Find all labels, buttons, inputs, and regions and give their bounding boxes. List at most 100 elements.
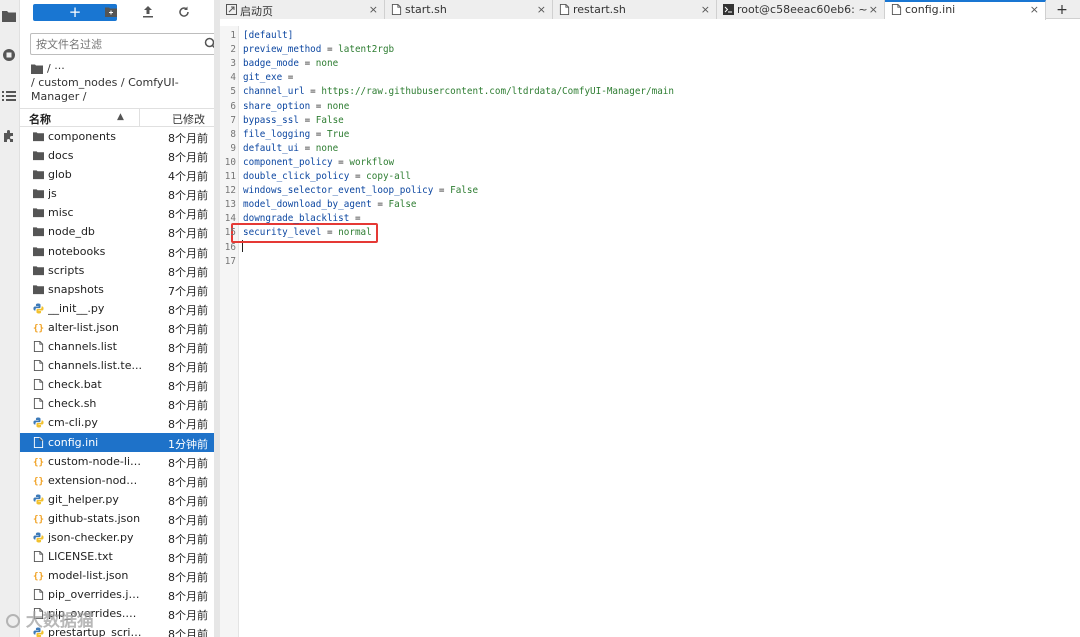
file-filter-input[interactable] [36, 36, 196, 52]
line-number: 15 [224, 227, 236, 239]
tab-3[interactable]: root@c58eeac60eb6: ~ × [717, 0, 885, 19]
line-number: 5 [230, 86, 236, 98]
tab-label: 启动页 [240, 5, 273, 18]
file-row[interactable]: components 8个月前 [20, 127, 214, 146]
file-icon [33, 589, 44, 601]
upload-icon[interactable] [141, 5, 155, 19]
new-folder-icon[interactable] [104, 5, 118, 19]
file-name: LICENSE.txt [48, 550, 113, 564]
file-modified-time: 8个月前 [168, 246, 208, 260]
file-row[interactable]: {} github-stats.json 8个月前 [20, 509, 214, 528]
file-row[interactable]: check.bat 8个月前 [20, 375, 214, 394]
line-number: 6 [230, 100, 236, 112]
folder-icon[interactable] [31, 64, 43, 74]
file-name: snapshots [48, 282, 104, 296]
file-row[interactable]: channels.list 8个月前 [20, 337, 214, 356]
file-row[interactable]: node_db 8个月前 [20, 222, 214, 241]
file-modified-time: 8个月前 [168, 571, 208, 585]
python-file-icon [33, 532, 44, 543]
file-row[interactable]: js 8个月前 [20, 184, 214, 203]
close-icon[interactable]: × [701, 3, 710, 16]
file-filter-field[interactable] [30, 33, 214, 55]
file-row[interactable]: LICENSE.txt 8个月前 [20, 547, 214, 566]
column-modified[interactable]: 已修改 [172, 111, 205, 127]
file-row[interactable]: misc 8个月前 [20, 203, 214, 222]
breadcrumb-root[interactable]: / ··· [47, 62, 65, 76]
line-number: 9 [230, 142, 236, 154]
ini-key: downgrade_blacklist [243, 213, 350, 225]
extension-icon[interactable] [1, 128, 17, 144]
breadcrumb: / ··· / custom_nodes / ComfyUI-Manager / [31, 62, 214, 104]
list-icon[interactable] [1, 88, 17, 104]
close-icon[interactable]: × [369, 3, 378, 16]
file-row[interactable]: docs 8个月前 [20, 146, 214, 165]
code-line: 17 [220, 255, 1060, 269]
refresh-icon[interactable] [177, 5, 191, 19]
file-row[interactable]: {} alter-list.json 8个月前 [20, 318, 214, 337]
svg-text:{}: {} [33, 457, 44, 467]
ini-key: bypass_ssl [243, 114, 299, 126]
file-row[interactable]: {} custom-node-lis... 8个月前 [20, 452, 214, 471]
code-line: 5 channel_url = https://raw.githubusercon… [220, 85, 1060, 99]
column-divider[interactable] [139, 109, 140, 126]
python-file-icon [33, 417, 44, 428]
file-row[interactable]: config.ini 1分钟前 [20, 432, 214, 452]
close-icon[interactable]: × [537, 3, 546, 16]
tab-4[interactable]: config.ini × [885, 0, 1046, 20]
python-file-icon [33, 303, 44, 314]
code-line: 11 double_click_policy = copy-all [220, 170, 1060, 184]
close-icon[interactable]: × [1030, 3, 1039, 16]
file-row[interactable]: check.sh 8个月前 [20, 394, 214, 413]
ini-value: False [315, 114, 344, 126]
file-row[interactable]: {} model-list.json 8个月前 [20, 566, 214, 585]
code-editor[interactable]: 1 [default] 2 preview_method = latent2rgb 3 b… [220, 26, 1080, 637]
tab-1[interactable]: start.sh × [385, 0, 553, 19]
file-row[interactable]: notebooks 8个月前 [20, 242, 214, 261]
watermark-text: 大数据猫 [25, 611, 94, 631]
line-number: 17 [224, 255, 236, 267]
file-icon [559, 4, 570, 15]
file-modified-time: 8个月前 [168, 380, 208, 394]
ini-key: security_level [243, 227, 322, 239]
tab-0[interactable]: 启动页 × [220, 0, 385, 19]
file-row[interactable]: {} extension-node... 8个月前 [20, 471, 214, 490]
file-name: misc [48, 206, 74, 220]
file-modified-time: 8个月前 [168, 132, 208, 145]
watermark-logo-icon [6, 614, 20, 628]
breadcrumb-path[interactable]: / custom_nodes / ComfyUI-Manager / [31, 76, 214, 104]
column-name[interactable]: 名称 [29, 111, 51, 127]
file-row[interactable]: pip_overrides.js... 8个月前 [20, 585, 214, 604]
file-row[interactable]: glob 4个月前 [20, 165, 214, 184]
file-name: notebooks [48, 244, 106, 258]
folder-icon [33, 285, 44, 294]
file-icon [33, 360, 44, 372]
folder-icon[interactable] [1, 8, 17, 24]
folder-icon [33, 227, 44, 237]
close-icon[interactable]: × [869, 3, 878, 16]
file-list-header: 名称 ▲ 已修改 [20, 108, 214, 127]
running-icon[interactable] [1, 47, 17, 63]
file-icon [33, 551, 44, 563]
file-row[interactable]: git_helper.py 8个月前 [20, 490, 214, 509]
file-name: channels.list [48, 340, 117, 354]
file-modified-time: 8个月前 [168, 303, 208, 317]
file-row[interactable]: snapshots 7个月前 [20, 280, 214, 299]
ini-section: [default] [243, 30, 294, 41]
ini-value: https://raw.githubusercontent.com/ltdrda… [321, 86, 674, 98]
file-row[interactable]: __init__.py 8个月前 [20, 299, 214, 318]
ini-value: True [326, 128, 350, 140]
file-row[interactable]: channels.list.te... 8个月前 [20, 356, 214, 375]
file-modified-time: 8个月前 [168, 361, 208, 375]
line-number: 11 [224, 171, 236, 182]
ini-value: none [326, 100, 350, 112]
file-row[interactable]: json-checker.py 8个月前 [20, 528, 214, 547]
file-name: glob [48, 168, 72, 182]
file-modified-time: 8个月前 [168, 418, 208, 432]
file-row[interactable]: scripts 8个月前 [20, 261, 214, 280]
add-tab-button[interactable]: + [1046, 0, 1078, 19]
code-line: 1 [default] [220, 29, 1060, 43]
tab-2[interactable]: restart.sh × [553, 0, 717, 19]
code-line: 10 component_policy = workflow [220, 156, 1060, 170]
file-row[interactable]: cm-cli.py 8个月前 [20, 413, 214, 432]
file-modified-time: 1分钟前 [168, 437, 208, 451]
